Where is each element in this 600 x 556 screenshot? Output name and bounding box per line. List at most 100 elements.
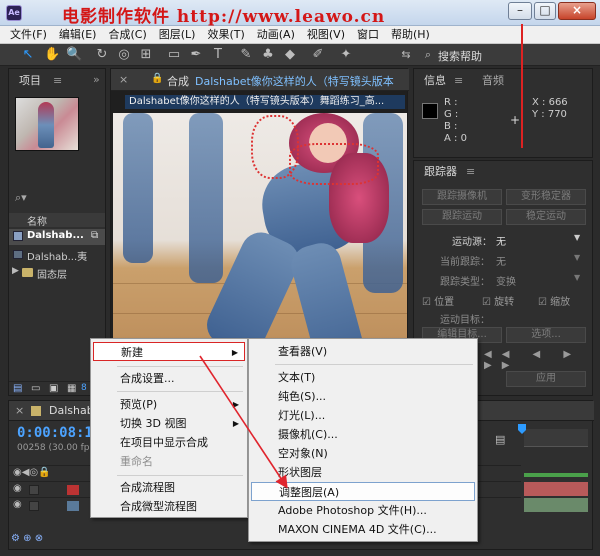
- new-folder-icon[interactable]: ▭: [31, 383, 40, 394]
- menu-effect[interactable]: 效果(T): [201, 26, 250, 43]
- time-ruler[interactable]: [524, 429, 588, 447]
- workspace-icon[interactable]: ⇆: [398, 47, 414, 63]
- panel-menu-icon[interactable]: ≡: [53, 71, 62, 91]
- project-tab[interactable]: 项目: [19, 71, 41, 91]
- info-tab[interactable]: 信息: [424, 71, 446, 91]
- solo-switch[interactable]: [29, 485, 39, 495]
- eye-icon[interactable]: ◉: [13, 483, 22, 494]
- new-composition-icon[interactable]: ▣: [49, 383, 58, 394]
- menu-window[interactable]: 窗口: [351, 26, 385, 43]
- pan-behind-icon[interactable]: ⊞: [138, 47, 154, 63]
- work-area-bar[interactable]: [524, 473, 588, 477]
- menu-layer[interactable]: 图层(L): [153, 26, 202, 43]
- select-arrow-icon[interactable]: ↖: [20, 47, 36, 63]
- brush-icon[interactable]: ✎: [238, 47, 254, 63]
- options-button[interactable]: 选项...: [506, 327, 586, 343]
- position-checkbox[interactable]: ☑ 位置: [422, 293, 454, 308]
- tracker-tab[interactable]: 跟踪器: [424, 162, 457, 182]
- project-item-solids-folder[interactable]: ▶ 固态层: [9, 265, 105, 281]
- menu-composition[interactable]: 合成(C): [102, 26, 152, 43]
- lock-icon[interactable]: 🔒: [151, 73, 163, 84]
- toggle-switches-icon[interactable]: ⚙ ⊕ ⊗: [11, 533, 43, 544]
- close-tab-icon[interactable]: ×: [119, 73, 128, 86]
- submenu-item-viewer[interactable]: 查看器(V): [251, 342, 475, 361]
- track-camera-button[interactable]: 跟踪摄像机: [422, 189, 502, 205]
- clone-stamp-icon[interactable]: ♣: [260, 47, 276, 63]
- rotation-checkbox[interactable]: ☑ 旋转: [482, 293, 514, 308]
- panel-menu-icon[interactable]: ≡: [466, 162, 475, 182]
- current-track-dropdown[interactable]: 无: [496, 253, 506, 268]
- zoom-icon[interactable]: 🔍: [66, 47, 82, 63]
- submenu-item-shape-layer[interactable]: 形状图层: [251, 463, 475, 482]
- menu-item-composition-settings[interactable]: 合成设置...: [93, 369, 245, 388]
- maximize-button[interactable]: □: [534, 2, 556, 20]
- menu-item-mini-flowchart[interactable]: 合成微型流程图: [93, 497, 245, 516]
- interpret-footage-icon[interactable]: ▤: [13, 383, 22, 394]
- av-switches-icons[interactable]: ◉◀◎🔒: [13, 467, 51, 478]
- menu-item-rename[interactable]: 重命名: [93, 452, 245, 471]
- project-item-footage[interactable]: Dalshab...夷: [9, 247, 105, 263]
- track-type-dropdown[interactable]: 变换: [496, 273, 516, 288]
- puppet-pin-icon[interactable]: ✦: [338, 47, 354, 63]
- submenu-item-light[interactable]: 灯光(L)...: [251, 406, 475, 425]
- search-help-field[interactable]: 搜索帮助: [438, 48, 482, 64]
- submenu-item-null-object[interactable]: 空对象(N): [251, 444, 475, 463]
- project-search-icon[interactable]: ⌕▾: [15, 191, 27, 205]
- eraser-icon[interactable]: ◆: [282, 47, 298, 63]
- menu-edit[interactable]: 编辑(E): [53, 26, 103, 43]
- camera-orbit-icon[interactable]: ◎: [116, 47, 132, 63]
- warp-stabilizer-button[interactable]: 变形稳定器: [506, 189, 586, 205]
- submenu-item-photoshop-file[interactable]: Adobe Photoshop 文件(H)...: [251, 501, 475, 520]
- apply-button[interactable]: 应用: [506, 371, 586, 387]
- roto-brush-icon[interactable]: ✐: [310, 47, 326, 63]
- submenu-item-adjustment-layer[interactable]: 调整图层(A): [251, 482, 475, 501]
- motion-source-dropdown[interactable]: 无: [496, 233, 506, 248]
- hand-icon[interactable]: ✋: [44, 47, 60, 63]
- menu-animation[interactable]: 动画(A): [251, 26, 301, 43]
- layer-duration-bar[interactable]: [524, 482, 588, 496]
- menu-item-switch-3d-view[interactable]: 切换 3D 视图 ▶: [93, 414, 245, 433]
- menu-item-composition-flowchart[interactable]: 合成流程图: [93, 478, 245, 497]
- layer-label-color[interactable]: [67, 485, 79, 495]
- rotate-icon[interactable]: ↻: [94, 47, 110, 63]
- submenu-item-cinema4d-file[interactable]: MAXON CINEMA 4D 文件(C)...: [251, 520, 475, 539]
- menu-item-reveal-in-project[interactable]: 在项目中显示合成: [93, 433, 245, 452]
- minimize-button[interactable]: –: [508, 2, 532, 20]
- graph-editor-icon[interactable]: ▤: [495, 433, 505, 446]
- color-depth-icon[interactable]: ▦: [67, 383, 76, 394]
- solo-switch[interactable]: [29, 501, 39, 511]
- stabilize-motion-button[interactable]: 稳定运动: [506, 209, 586, 225]
- panel-menu-icon[interactable]: ≡: [454, 71, 463, 91]
- folder-expand-icon[interactable]: ▶: [12, 266, 19, 276]
- composition-tab-name[interactable]: Dalshabet像你这样的人（特写镜头版本: [195, 73, 405, 89]
- menu-item-preview[interactable]: 预览(P) ▶: [93, 395, 245, 414]
- track-motion-button[interactable]: 跟踪运动: [422, 209, 502, 225]
- type-icon[interactable]: T: [210, 47, 226, 63]
- menu-help[interactable]: 帮助(H): [385, 26, 436, 43]
- chevron-down-icon[interactable]: ▼: [574, 233, 580, 242]
- rectangle-icon[interactable]: ▭: [166, 47, 182, 63]
- chevron-down-icon[interactable]: ▼: [574, 253, 580, 262]
- project-item-composition[interactable]: Dalshab... ⧉: [9, 229, 105, 245]
- menu-file[interactable]: 文件(F): [4, 26, 53, 43]
- scale-checkbox[interactable]: ☑ 缩放: [538, 293, 570, 308]
- search-icon[interactable]: ⌕: [420, 47, 436, 63]
- eye-icon[interactable]: ◉: [13, 499, 22, 510]
- flowchart-icon[interactable]: ⧉: [91, 230, 98, 241]
- current-time-indicator[interactable]: [521, 24, 523, 148]
- submenu-item-text[interactable]: 文本(T): [251, 368, 475, 387]
- pen-icon[interactable]: ✒: [188, 47, 204, 63]
- menu-item-new[interactable]: 新建 ▶: [93, 342, 245, 361]
- submenu-item-solid[interactable]: 纯色(S)...: [251, 387, 475, 406]
- expand-panels-icon[interactable]: »: [93, 70, 100, 90]
- layer-label-color[interactable]: [67, 501, 79, 511]
- current-timecode[interactable]: 0:00:08:18: [17, 425, 101, 441]
- layer-duration-bar[interactable]: [524, 498, 588, 512]
- composition-tab-label[interactable]: 合成: [167, 73, 189, 89]
- composition-breadcrumb[interactable]: Dalshabet像你这样的人（特写镜头版本）舞蹈练习_高...: [125, 95, 405, 109]
- submenu-item-camera[interactable]: 摄像机(C)...: [251, 425, 475, 444]
- close-button[interactable]: ×: [558, 2, 596, 20]
- analyze-controls[interactable]: ◀◀ ◀ ▶ ▶▶: [484, 349, 592, 371]
- mask-path[interactable]: [289, 143, 379, 185]
- close-tab-icon[interactable]: ×: [15, 404, 24, 417]
